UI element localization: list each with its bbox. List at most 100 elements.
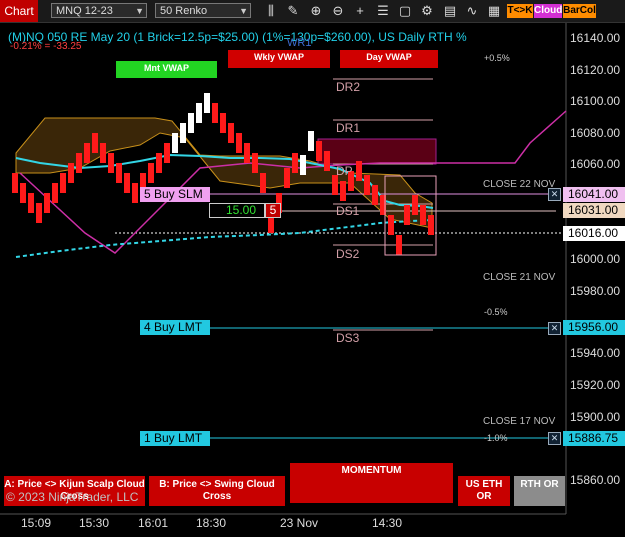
renko-brick xyxy=(60,173,66,193)
price-tag-buy-slm: 16041.00 xyxy=(563,187,625,202)
position-quantity[interactable]: 5 xyxy=(265,203,281,218)
indicator-icon[interactable]: ∿ xyxy=(464,3,480,19)
pct-plus-05: +0.5% xyxy=(484,53,510,63)
renko-brick xyxy=(76,153,82,173)
renko-brick xyxy=(116,163,122,183)
rth-or-button[interactable]: RTH OR xyxy=(514,476,565,506)
close-17-nov: CLOSE 17 NOV xyxy=(483,416,556,427)
renko-brick xyxy=(164,143,170,163)
zoom-in-icon[interactable]: ⊕ xyxy=(308,3,324,19)
mnt-vwap-button[interactable]: Mnt VWAP xyxy=(116,61,217,78)
template-icon[interactable]: ▢ xyxy=(397,3,413,19)
x-axis-label: 14:30 xyxy=(372,516,403,530)
dr1-label: DR1 xyxy=(336,121,361,135)
renko-brick xyxy=(260,173,266,193)
renko-brick xyxy=(220,113,226,133)
dr2-label: DR2 xyxy=(336,80,361,94)
pencil-icon[interactable]: ✎ xyxy=(285,3,301,19)
bar-type-value: 50 Renko xyxy=(160,5,208,17)
renko-brick xyxy=(36,203,42,223)
us-eth-or-button[interactable]: US ETH OR xyxy=(458,476,510,506)
renko-brick xyxy=(52,183,58,203)
daily-change: -0.21% = -33.25 xyxy=(10,41,82,52)
close-21-nov: CLOSE 21 NOV xyxy=(483,272,556,283)
momentum-button[interactable]: MOMENTUM xyxy=(290,463,453,503)
x-axis-label: 16:01 xyxy=(138,516,169,530)
renko-brick xyxy=(356,161,362,181)
properties-icon[interactable]: ☰ xyxy=(375,3,391,19)
tab-chart[interactable]: Chart xyxy=(0,0,38,22)
renko-brick xyxy=(132,183,138,203)
ds2-label: DS2 xyxy=(336,247,360,261)
close-order-icon[interactable]: ✕ xyxy=(548,322,561,335)
renko-brick xyxy=(148,163,154,183)
cloud-toggle[interactable]: Cloud xyxy=(534,4,562,18)
y-axis-label: 15940.00 xyxy=(570,346,621,360)
renko-brick xyxy=(236,133,242,153)
x-axis-label: 15:09 xyxy=(21,516,52,530)
renko-brick xyxy=(428,215,434,235)
y-axis-label: 16100.00 xyxy=(570,94,621,108)
y-axis-label: 16080.00 xyxy=(570,126,621,140)
renko-brick xyxy=(44,193,50,213)
dp-zone-box xyxy=(317,138,437,165)
y-axis-label: 15920.00 xyxy=(570,378,621,392)
close-order-icon[interactable]: ✕ xyxy=(548,432,561,445)
renko-brick xyxy=(388,215,394,235)
bar-type-selector[interactable]: 50 Renko ▼ xyxy=(155,3,251,18)
y-axis-label: 15860.00 xyxy=(570,473,621,487)
pct-minus-10: -1.0% xyxy=(484,433,508,443)
grid-icon[interactable]: ▦ xyxy=(486,3,502,19)
y-axis-label: 16000.00 xyxy=(570,252,621,266)
buy-lmt-4-order[interactable]: 4 Buy LMT xyxy=(140,320,210,335)
renko-brick xyxy=(284,168,290,188)
wkly-vwap-button[interactable]: Wkly VWAP xyxy=(228,50,330,68)
x-axis-label: 23 Nov xyxy=(280,516,319,530)
data-box-icon[interactable]: ▤ xyxy=(442,3,458,19)
day-vwap-button[interactable]: Day VWAP xyxy=(340,50,438,68)
renko-brick xyxy=(124,173,130,193)
position-pnl[interactable]: 15.00 xyxy=(209,203,265,218)
y-axis-label: 16060.00 xyxy=(570,157,621,171)
instrument-value: MNQ 12-23 xyxy=(56,5,113,17)
close-order-icon[interactable]: ✕ xyxy=(548,188,561,201)
renko-brick xyxy=(308,131,314,151)
renko-brick xyxy=(316,141,322,161)
strategy-icon[interactable]: ⚙ xyxy=(419,3,435,19)
renko-brick xyxy=(188,113,194,133)
renko-brick xyxy=(300,155,306,175)
instrument-selector[interactable]: MNQ 12-23 ▼ xyxy=(51,3,147,18)
y-axis-label: 15900.00 xyxy=(570,410,621,424)
pct-minus-05: -0.5% xyxy=(484,307,508,317)
zoom-out-icon[interactable]: ⊖ xyxy=(330,3,346,19)
renko-brick xyxy=(244,143,250,163)
buy-slm-order[interactable]: 5 Buy SLM xyxy=(140,187,210,202)
renko-brick xyxy=(100,143,106,163)
renko-brick xyxy=(252,153,258,173)
price-tag-buy-lmt-1: 15886.75 xyxy=(563,431,625,446)
tk-toggle[interactable]: T<>K xyxy=(507,4,533,18)
price-tag-buy-lmt-4: 15956.00 xyxy=(563,320,625,335)
swing-cross-button[interactable]: B: Price <> Swing Cloud Cross xyxy=(149,476,285,506)
renko-brick xyxy=(396,235,402,255)
renko-brick xyxy=(180,123,186,143)
x-axis-label: 18:30 xyxy=(196,516,227,530)
renko-brick xyxy=(412,195,418,215)
renko-brick xyxy=(228,123,234,143)
y-axis-label: 15980.00 xyxy=(570,284,621,298)
bars-icon[interactable]: ⫼ xyxy=(263,3,279,19)
close-22-nov: CLOSE 22 NOV xyxy=(483,179,556,190)
x-axis-label: 15:30 xyxy=(79,516,110,530)
renko-brick xyxy=(12,173,18,193)
renko-brick xyxy=(156,153,162,173)
price-tag-last: 16016.00 xyxy=(563,226,625,241)
crosshair-icon[interactable]: + xyxy=(352,3,368,19)
renko-brick xyxy=(84,143,90,163)
price-tag-position: 16031.00 xyxy=(563,203,625,218)
renko-brick xyxy=(196,103,202,123)
dp-label: DP xyxy=(336,164,353,178)
buy-lmt-1-order[interactable]: 1 Buy LMT xyxy=(140,431,210,446)
y-axis-label: 16120.00 xyxy=(570,63,621,77)
barcol-toggle[interactable]: BarCol xyxy=(563,4,596,18)
ds3-label: DS3 xyxy=(336,331,360,345)
